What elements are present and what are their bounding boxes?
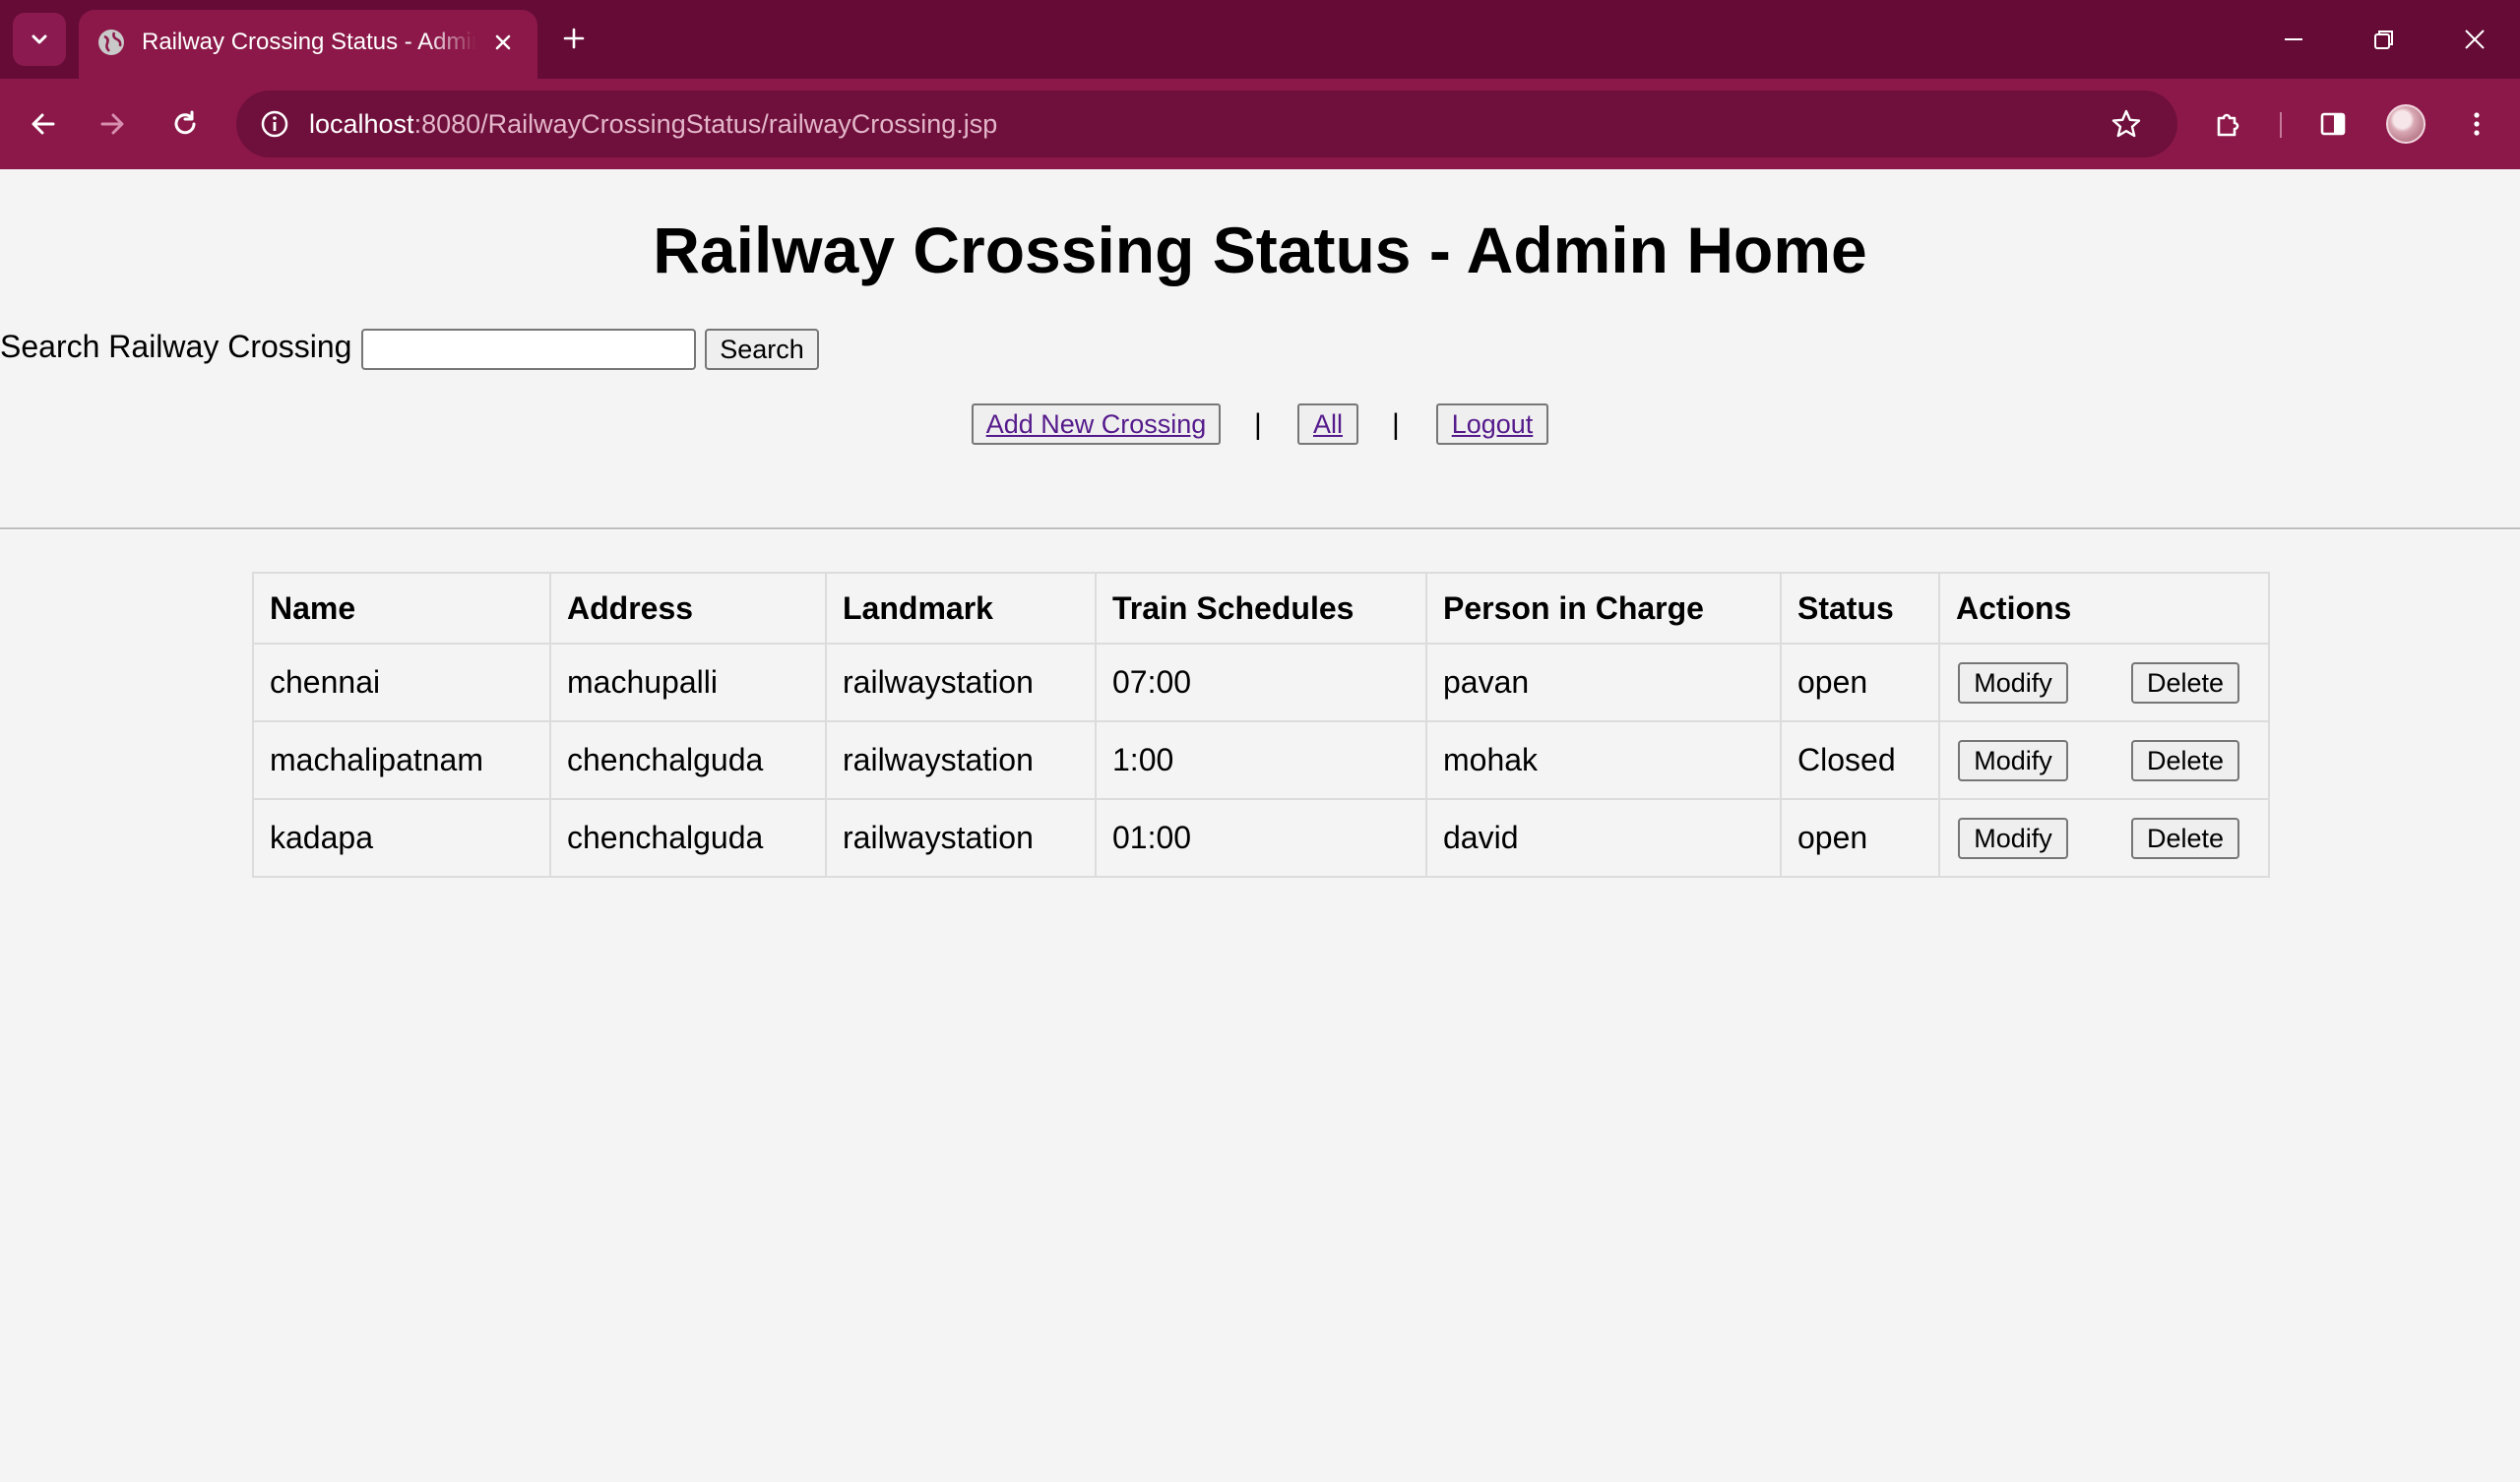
- globe-icon: [98, 30, 124, 55]
- cell-actions: Modify Delete: [1938, 798, 2270, 878]
- close-icon: [495, 34, 511, 50]
- tab-title: Railway Crossing Status - Admin Home: [142, 29, 476, 55]
- cell-actions: Modify Delete: [1938, 643, 2270, 722]
- cell-address: machupalli: [549, 643, 827, 722]
- profile-avatar[interactable]: [2386, 104, 2426, 144]
- forward-button[interactable]: [87, 98, 138, 150]
- delete-button[interactable]: Delete: [2131, 662, 2239, 704]
- search-input[interactable]: [361, 329, 696, 370]
- cell-landmark: railwaystation: [825, 643, 1097, 722]
- restore-button[interactable]: [2339, 0, 2429, 79]
- reload-button[interactable]: [159, 98, 211, 150]
- menu-button[interactable]: [2451, 98, 2502, 150]
- column-header-actions: Actions: [1938, 572, 2270, 645]
- restore-icon: [2374, 31, 2393, 49]
- table-row: chennai machupalli railwaystation 07:00 …: [252, 643, 2270, 722]
- modify-button[interactable]: Modify: [1958, 818, 2068, 859]
- cell-status: Closed: [1780, 720, 1940, 800]
- link-separator: |: [1254, 408, 1262, 441]
- side-panel-button[interactable]: [2307, 98, 2359, 150]
- table-row: machalipatnam chenchalguda railwaystatio…: [252, 720, 2270, 800]
- arrow-left-icon: [32, 113, 55, 135]
- cell-schedule: 1:00: [1095, 720, 1427, 800]
- all-button[interactable]: All: [1297, 403, 1358, 445]
- toolbar-separator: [2280, 112, 2282, 138]
- link-separator: |: [1392, 408, 1400, 441]
- cell-actions: Modify Delete: [1938, 720, 2270, 800]
- logout-link[interactable]: Logout: [1452, 409, 1534, 440]
- cell-status: open: [1780, 798, 1940, 878]
- cell-name: kadapa: [252, 798, 551, 878]
- cell-address: chenchalguda: [549, 720, 827, 800]
- cell-person: david: [1425, 798, 1782, 878]
- cell-schedule: 07:00: [1095, 643, 1427, 722]
- address-bar[interactable]: localhost:8080/RailwayCrossingStatus/rai…: [236, 91, 2177, 157]
- cell-status: open: [1780, 643, 1940, 722]
- cell-person: mohak: [1425, 720, 1782, 800]
- tab-close-button[interactable]: [482, 22, 524, 63]
- minimize-icon: [2285, 38, 2302, 40]
- extensions-button[interactable]: [2203, 98, 2254, 150]
- delete-button[interactable]: Delete: [2131, 740, 2239, 781]
- table-header-row: Name Address Landmark Train Schedules Pe…: [252, 572, 2270, 645]
- crossings-table: Name Address Landmark Train Schedules Pe…: [252, 572, 2270, 878]
- puzzle-icon: [2217, 113, 2239, 137]
- add-new-crossing-link[interactable]: Add New Crossing: [986, 409, 1207, 440]
- site-info-icon[interactable]: [256, 105, 293, 143]
- chevron-down-icon: [32, 34, 47, 44]
- column-header-person-in-charge: Person in Charge: [1425, 572, 1782, 645]
- cell-person: pavan: [1425, 643, 1782, 722]
- column-header-train-schedules: Train Schedules: [1095, 572, 1427, 645]
- cell-landmark: railwaystation: [825, 720, 1097, 800]
- browser-tab[interactable]: Railway Crossing Status - Admin Home: [79, 10, 537, 79]
- add-new-crossing-button[interactable]: Add New Crossing: [972, 403, 1221, 445]
- minimize-button[interactable]: [2248, 0, 2339, 79]
- divider: [0, 527, 2520, 530]
- cell-name: chennai: [252, 643, 551, 722]
- search-button[interactable]: Search: [705, 329, 819, 370]
- close-icon: [2465, 30, 2485, 49]
- more-vertical-icon: [2474, 112, 2480, 136]
- url-host: localhost: [309, 109, 414, 139]
- page-content: Railway Crossing Status - Admin Home Sea…: [0, 169, 2520, 1482]
- url-text[interactable]: localhost:8080/RailwayCrossingStatus/rai…: [309, 105, 997, 143]
- table-row: kadapa chenchalguda railwaystation 01:00…: [252, 798, 2270, 878]
- cell-schedule: 01:00: [1095, 798, 1427, 878]
- column-header-status: Status: [1780, 572, 1940, 645]
- page-title: Railway Crossing Status - Admin Home: [653, 214, 1867, 286]
- logout-button[interactable]: Logout: [1436, 403, 1548, 445]
- browser-toolbar: localhost:8080/RailwayCrossingStatus/rai…: [0, 79, 2520, 169]
- modify-button[interactable]: Modify: [1958, 662, 2068, 704]
- delete-button[interactable]: Delete: [2131, 818, 2239, 859]
- column-header-landmark: Landmark: [825, 572, 1097, 645]
- bookmark-star-icon[interactable]: [2107, 104, 2146, 144]
- arrow-right-icon: [100, 113, 124, 135]
- browser-titlebar: Railway Crossing Status - Admin Home: [0, 0, 2520, 79]
- cell-address: chenchalguda: [549, 798, 827, 878]
- all-link[interactable]: All: [1313, 409, 1343, 440]
- plus-icon: [563, 28, 585, 49]
- column-header-name: Name: [252, 572, 551, 645]
- reload-icon: [174, 110, 196, 135]
- tab-search-button[interactable]: [13, 13, 66, 66]
- close-window-button[interactable]: [2429, 0, 2520, 79]
- back-button[interactable]: [18, 98, 69, 150]
- url-path: :8080/RailwayCrossingStatus/railwayCross…: [413, 109, 998, 139]
- new-tab-button[interactable]: [553, 18, 595, 59]
- cell-name: machalipatnam: [252, 720, 551, 800]
- modify-button[interactable]: Modify: [1958, 740, 2068, 781]
- cell-landmark: railwaystation: [825, 798, 1097, 878]
- side-panel-icon: [2320, 112, 2346, 136]
- search-label: Search Railway Crossing: [0, 329, 352, 364]
- column-header-address: Address: [549, 572, 827, 645]
